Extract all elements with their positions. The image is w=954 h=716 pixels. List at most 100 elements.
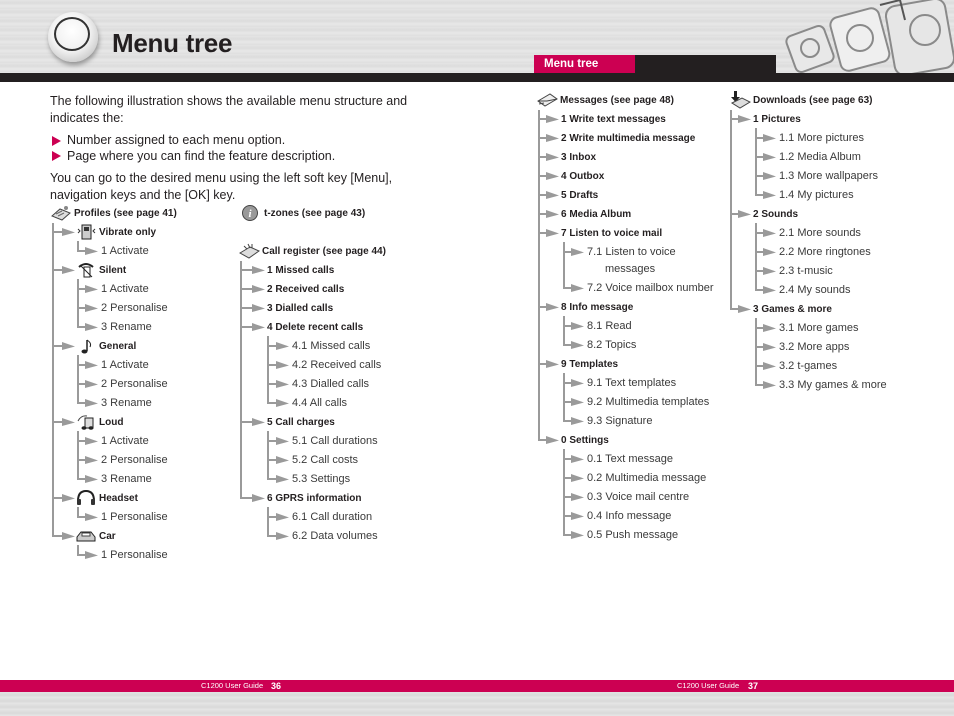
tree-arrow-icon <box>538 172 559 180</box>
tree-submenu-item[interactable]: 1.1 More pictures <box>779 129 864 148</box>
tree-submenu-item[interactable]: 9.1 Text templates <box>587 374 676 393</box>
tree-menu-item-label: Loud <box>99 416 124 428</box>
tree-arrow-icon <box>563 493 584 501</box>
tree-submenu-item[interactable]: 1.2 Media Album <box>779 148 861 167</box>
tree-menu-item-label: 3 Games & more <box>753 303 832 315</box>
tree-submenu-item[interactable]: 1 Personalise <box>101 508 168 527</box>
tree-submenu-item[interactable]: 4.4 All calls <box>292 394 347 413</box>
tree-category-header[interactable]: i t-zones (see page 43) <box>240 204 365 223</box>
tree-submenu-item[interactable]: 7.2 Voice mailbox number <box>587 279 714 298</box>
tree-category-header[interactable]: Call register (see page 44) <box>238 242 386 261</box>
tree-submenu-item[interactable]: 1 Personalise <box>101 546 168 565</box>
tree-menu-item[interactable]: 7 Listen to voice mail <box>561 224 662 243</box>
tree-menu-item[interactable]: 3 Inbox <box>561 148 596 167</box>
tree-submenu-item[interactable]: 3 Rename <box>101 394 152 413</box>
bullet-triangle-icon <box>52 135 61 146</box>
tree-menu-item[interactable]: 4 Delete recent calls <box>267 318 363 337</box>
tree-submenu-item[interactable]: 0.2 Multimedia message <box>587 469 706 488</box>
tree-menu-item[interactable]: 3 Games & more <box>753 300 832 319</box>
tree-submenu-item[interactable]: 4.1 Missed calls <box>292 337 370 356</box>
footer-page-number-left: 36 <box>271 681 282 691</box>
tree-submenu-item[interactable]: 4.2 Received calls <box>292 356 381 375</box>
tree-submenu-item[interactable]: 8.1 Read <box>587 317 632 336</box>
tree-menu-item[interactable]: Vibrate only <box>75 223 156 242</box>
tree-submenu-item[interactable]: 2 Personalise <box>101 451 168 470</box>
tree-menu-item[interactable]: 2 Write multimedia message <box>561 129 695 148</box>
tree-menu-item[interactable]: 5 Call charges <box>267 413 335 432</box>
tree-submenu-item[interactable]: 2.4 My sounds <box>779 281 851 300</box>
tree-submenu-item[interactable]: 3 Rename <box>101 318 152 337</box>
tree-submenu-item[interactable]: 1 Activate <box>101 242 149 261</box>
tree-submenu-item[interactable]: 0.3 Voice mail centre <box>587 488 689 507</box>
tree-menu-item[interactable]: Silent <box>75 261 126 280</box>
tree-menu-item[interactable]: 5 Drafts <box>561 186 598 205</box>
intro-text: The following illustration shows the ava… <box>50 93 430 210</box>
tree-menu-item[interactable]: Car <box>75 527 116 546</box>
tree-arrow-icon <box>267 399 289 407</box>
tree-menu-item[interactable]: 1 Write text messages <box>561 110 666 129</box>
tree-submenu-item[interactable]: 2 Personalise <box>101 375 168 394</box>
tree-submenu-item[interactable]: 8.2 Topics <box>587 336 636 355</box>
tree-submenu-item-continued[interactable]: messages <box>605 260 655 279</box>
tree-submenu-item[interactable]: 1 Activate <box>101 432 149 451</box>
tree-submenu-item[interactable]: 5.1 Call durations <box>292 432 378 451</box>
header-knob-graphic <box>48 12 98 62</box>
tree-submenu-item[interactable]: 1 Activate <box>101 280 149 299</box>
tree-arrow-icon <box>240 266 265 274</box>
tree-submenu-item[interactable]: 1.4 My pictures <box>779 186 854 205</box>
tree-connector-line <box>563 316 565 346</box>
tree-submenu-item[interactable]: 0.4 Info message <box>587 507 671 526</box>
tree-submenu-item[interactable]: 0.1 Text message <box>587 450 673 469</box>
tree-arrow-icon <box>267 380 289 388</box>
tree-arrow-icon <box>240 285 265 293</box>
tree-menu-item[interactable]: 4 Outbox <box>561 167 604 186</box>
tree-submenu-item[interactable]: 9.2 Multimedia templates <box>587 393 709 412</box>
tree-submenu-item[interactable]: 5.3 Settings <box>292 470 350 489</box>
tree-submenu-item-label: 7.1 Listen to voice <box>587 246 676 258</box>
tree-menu-item[interactable]: 9 Templates <box>561 355 618 374</box>
tree-submenu-item[interactable]: 2 Personalise <box>101 299 168 318</box>
tree-submenu-item[interactable]: 1.3 More wallpapers <box>779 167 878 186</box>
footer-page-number-right: 37 <box>748 681 759 691</box>
tree-arrow-icon <box>538 191 559 199</box>
tree-menu-item[interactable]: 6 Media Album <box>561 205 631 224</box>
tree-submenu-item[interactable]: 0.5 Push message <box>587 526 678 545</box>
tree-menu-item[interactable]: 1 Missed calls <box>267 261 334 280</box>
tree-category-header[interactable]: Messages (see page 48) <box>536 91 674 110</box>
tree-submenu-item[interactable]: 2.3 t-music <box>779 262 833 281</box>
tree-submenu-item[interactable]: 3.2 More apps <box>779 338 849 357</box>
tree-menu-item[interactable]: Loud <box>75 413 123 432</box>
tree-submenu-item[interactable]: 4.3 Dialled calls <box>292 375 369 394</box>
tree-submenu-item[interactable]: 3.3 My games & more <box>779 376 887 395</box>
tree-submenu-item[interactable]: 3.1 More games <box>779 319 858 338</box>
tree-arrow-icon <box>755 267 776 275</box>
call-register-icon <box>239 243 260 259</box>
tree-menu-item[interactable]: General <box>75 337 136 356</box>
tree-submenu-item[interactable]: 3 Rename <box>101 470 152 489</box>
tree-menu-item[interactable]: 3 Dialled calls <box>267 299 333 318</box>
tree-arrow-icon <box>52 228 75 236</box>
tree-submenu-item[interactable]: 3.2 t-games <box>779 357 837 376</box>
tree-arrow-icon <box>730 115 751 123</box>
tree-connector-line <box>755 318 757 386</box>
tree-category-header[interactable]: Downloads (see page 63) <box>729 91 872 110</box>
tree-submenu-item[interactable]: 2.2 More ringtones <box>779 243 871 262</box>
tree-submenu-item[interactable]: 2.1 More sounds <box>779 224 861 243</box>
tree-submenu-item[interactable]: 5.2 Call costs <box>292 451 358 470</box>
tree-submenu-item-label: 3 Rename <box>101 321 152 333</box>
tree-menu-item[interactable]: 1 Pictures <box>753 110 801 129</box>
tree-menu-item-label: Car <box>99 530 116 542</box>
tree-submenu-item[interactable]: 9.3 Signature <box>587 412 652 431</box>
tree-submenu-item[interactable]: 1 Activate <box>101 356 149 375</box>
tree-submenu-item[interactable]: 6.1 Call duration <box>292 508 372 527</box>
tree-menu-item[interactable]: 8 Info message <box>561 298 633 317</box>
tree-menu-item[interactable]: Headset <box>75 489 138 508</box>
tree-menu-item[interactable]: 2 Received calls <box>267 280 344 299</box>
tree-menu-item[interactable]: 2 Sounds <box>753 205 798 224</box>
tree-menu-item[interactable]: 0 Settings <box>561 431 609 450</box>
tree-arrow-icon <box>755 134 776 142</box>
tree-submenu-item[interactable]: 6.2 Data volumes <box>292 527 378 546</box>
tree-arrow-icon <box>755 153 776 161</box>
tree-category-header[interactable]: Profiles (see page 41) <box>50 204 177 223</box>
tree-menu-item[interactable]: 6 GPRS information <box>267 489 361 508</box>
